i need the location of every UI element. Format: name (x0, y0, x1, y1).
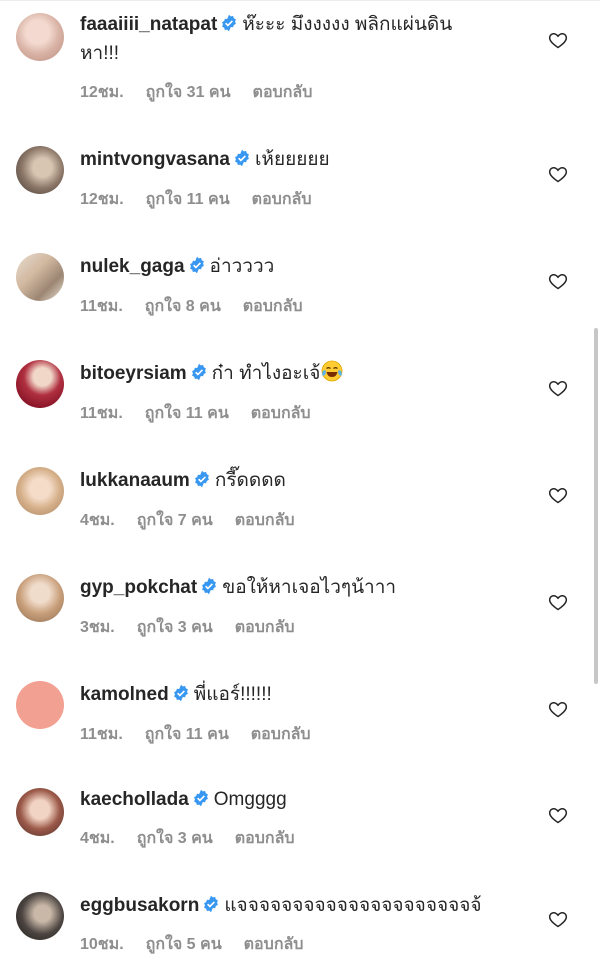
username[interactable]: kaechollada (80, 789, 189, 810)
heart-outline-icon[interactable] (548, 30, 568, 50)
reply-button[interactable]: ตอบกลับ (252, 191, 312, 208)
username[interactable]: bitoeyrsiam (80, 363, 187, 384)
likes-count[interactable]: ถูกใจ 11 คน (145, 726, 229, 743)
avatar[interactable] (16, 360, 64, 408)
comment-time: 4ชม. (80, 512, 115, 529)
username[interactable]: mintvongvasana (80, 149, 230, 170)
likes-count[interactable]: ถูกใจ 8 คน (145, 298, 221, 315)
username[interactable]: kamolned (80, 684, 169, 705)
heart-outline-icon[interactable] (548, 592, 568, 612)
verified-badge-icon (173, 684, 188, 702)
heart-outline-icon[interactable] (548, 164, 568, 184)
comment-time: 10ชม. (80, 936, 124, 953)
heart-outline-icon[interactable] (548, 699, 568, 719)
username[interactable]: faaaiiii_natapat (80, 14, 217, 35)
avatar[interactable] (16, 892, 64, 940)
likes-count[interactable]: ถูกใจ 11 คน (145, 405, 229, 422)
verified-badge-icon (194, 470, 209, 488)
heart-outline-icon[interactable] (548, 378, 568, 398)
username[interactable]: gyp_pokchat (80, 577, 197, 598)
reply-button[interactable]: ตอบกลับ (235, 512, 295, 529)
comment-time: 12ชม. (80, 84, 124, 101)
comment-text: ห๊ะะะ มึงงงงง พลิกแผ่นดิน (242, 14, 453, 35)
likes-count[interactable]: ถูกใจ 3 คน (137, 830, 213, 847)
tears-of-joy-emoji (321, 360, 343, 382)
comment-time: 11ชม. (80, 298, 123, 315)
avatar[interactable] (16, 788, 64, 836)
verified-badge-icon (235, 149, 249, 167)
likes-count[interactable]: ถูกใจ 11 คน (146, 191, 230, 208)
verified-badge-icon (189, 256, 204, 274)
comment-text: อ่าวววว (209, 256, 275, 277)
avatar[interactable] (16, 146, 64, 194)
verified-badge-icon (202, 577, 217, 595)
comment-text: เห้ยยยยย (254, 149, 330, 170)
comment-text: ก๋า ทำไงอะเจ้ (211, 363, 321, 384)
comment-text: ขอให้หาเจอไวๆน้าาา (222, 577, 397, 598)
reply-button[interactable]: ตอบกลับ (253, 84, 313, 101)
comment-text: พี่แอร์!!!!!! (193, 684, 272, 705)
reply-button[interactable]: ตอบกลับ (243, 298, 303, 315)
reply-button[interactable]: ตอบกลับ (235, 830, 295, 847)
heart-outline-icon[interactable] (548, 485, 568, 505)
heart-outline-icon[interactable] (548, 271, 568, 291)
comment-time: 4ชม. (80, 830, 115, 847)
comment-time: 3ชม. (80, 619, 115, 636)
username[interactable]: eggbusakorn (80, 895, 199, 916)
verified-badge-icon (204, 895, 219, 913)
comment-text: แจจจจจจจจจจจจจจจจจจจจจจ้ (224, 895, 482, 916)
likes-count[interactable]: ถูกใจ 31 คน (146, 84, 231, 101)
username[interactable]: lukkanaaum (80, 470, 190, 491)
heart-outline-icon[interactable] (548, 805, 568, 825)
likes-count[interactable]: ถูกใจ 7 คน (137, 512, 213, 529)
username[interactable]: nulek_gaga (80, 256, 185, 277)
reply-button[interactable]: ตอบกลับ (251, 726, 311, 743)
verified-badge-icon (222, 14, 237, 32)
reply-button[interactable]: ตอบกลับ (251, 405, 311, 422)
avatar[interactable] (16, 13, 64, 61)
comment-time: 12ชม. (80, 191, 124, 208)
verified-badge-icon (191, 363, 206, 381)
likes-count[interactable]: ถูกใจ 5 คน (146, 936, 222, 953)
avatar[interactable] (16, 574, 64, 622)
scrollbar[interactable] (594, 328, 598, 684)
avatar[interactable] (16, 681, 64, 729)
verified-badge-icon (193, 789, 208, 807)
comment-time: 11ชม. (80, 726, 123, 743)
avatar[interactable] (16, 253, 64, 301)
reply-button[interactable]: ตอบกลับ (235, 619, 295, 636)
comment-text-line2: หา!!! (80, 43, 120, 64)
top-divider (0, 0, 600, 1)
comment-text: Omgggg (213, 789, 287, 810)
likes-count[interactable]: ถูกใจ 3 คน (137, 619, 213, 636)
comment-text: กรี๊ดดดด (214, 470, 286, 491)
avatar[interactable] (16, 467, 64, 515)
comment-time: 11ชม. (80, 405, 123, 422)
heart-outline-icon[interactable] (548, 909, 568, 929)
reply-button[interactable]: ตอบกลับ (244, 936, 304, 953)
